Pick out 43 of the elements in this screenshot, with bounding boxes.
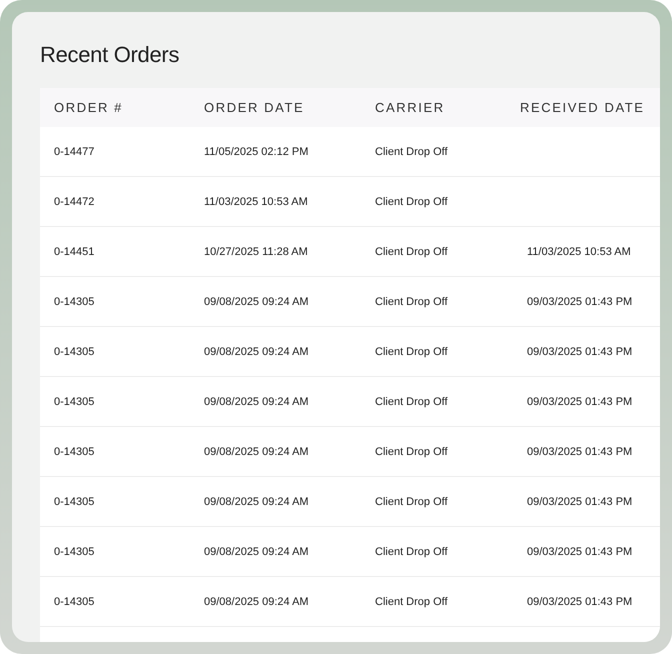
order-number-cell-text: 0-14305 (53, 346, 96, 358)
order-date-cell-text: 09/08/2025 09:24 AM (203, 496, 310, 508)
carrier-cell-text: Client Drop Off (374, 596, 449, 608)
carrier-cell-text: Client Drop Off (374, 196, 449, 208)
column-header: RECEIVED DATE (520, 100, 646, 115)
column-header: ORDER DATE (203, 100, 306, 115)
order-number-cell-text: 0-14305 (53, 396, 96, 408)
carrier-cell-text: Client Drop Off (374, 546, 449, 558)
column-header: ORDER # (53, 100, 124, 115)
received-date-cell-text: 09/03/2025 01:43 PM (526, 546, 634, 558)
carrier-cell-text: Client Drop Off (374, 396, 449, 408)
order-date-cell-text: 11/03/2025 10:53 AM (203, 196, 309, 208)
carrier-cell-text: Client Drop Off (374, 446, 449, 458)
carrier-cell-text: Client Drop Off (374, 146, 449, 158)
received-date-cell-text: 11/03/2025 10:53 AM (526, 246, 632, 258)
carrier-cell-text: Client Drop Off (374, 346, 449, 358)
received-date-cell-text: 09/03/2025 01:43 PM (526, 346, 634, 358)
order-number-cell-text: 0-14305 (53, 596, 96, 608)
order-date-cell-text: 09/08/2025 09:24 AM (203, 446, 310, 458)
order-date-cell-text: 09/08/2025 09:24 AM (203, 346, 310, 358)
order-date-cell-text: 09/08/2025 09:24 AM (203, 596, 310, 608)
received-date-cell-text: 09/03/2025 01:43 PM (526, 396, 634, 408)
received-date-cell-text: 09/03/2025 01:43 PM (526, 296, 634, 308)
order-number-cell-text: 0-14305 (53, 546, 96, 558)
order-number-cell-text: 0-14451 (53, 246, 96, 258)
received-date-cell-text: 09/03/2025 01:43 PM (526, 446, 634, 458)
order-number-cell-text: 0-14305 (53, 446, 96, 458)
received-date-cell-text: 09/03/2025 01:43 PM (526, 496, 634, 508)
carrier-cell-text: Client Drop Off (374, 246, 449, 258)
order-number-cell-text: 0-14305 (53, 296, 96, 308)
order-number-cell-text: 0-14472 (53, 196, 96, 208)
order-date-cell-text: 09/08/2025 09:24 AM (203, 546, 310, 558)
order-date-cell-text: 10/27/2025 11:28 AM (203, 246, 309, 258)
column-header: CARRIER (374, 100, 446, 115)
order-number-cell-text: 0-14477 (53, 146, 96, 158)
carrier-cell-text: Client Drop Off (374, 296, 449, 308)
received-date-cell-text: 09/03/2025 01:43 PM (526, 596, 634, 608)
order-date-cell-text: 11/05/2025 02:12 PM (203, 146, 310, 158)
card-title: Recent Orders (40, 41, 180, 69)
order-date-cell-text: 09/08/2025 09:24 AM (203, 396, 310, 408)
order-number-cell-text: 0-14305 (53, 496, 96, 508)
order-date-cell-text: 09/08/2025 09:24 AM (203, 296, 310, 308)
carrier-cell-text: Client Drop Off (374, 496, 449, 508)
